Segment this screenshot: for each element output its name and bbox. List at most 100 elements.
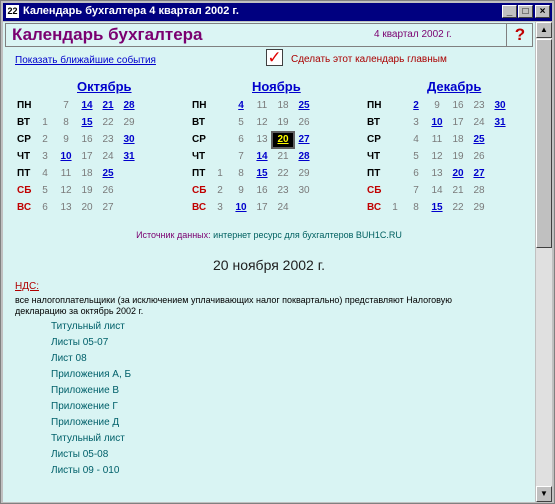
month-name[interactable]: Декабрь xyxy=(427,79,481,94)
vertical-scrollbar[interactable]: ▲ ▼ xyxy=(536,22,552,502)
calendar-day[interactable]: 24 xyxy=(98,150,118,164)
calendar-day[interactable]: 16 xyxy=(252,184,272,198)
calendar-day[interactable]: 5 xyxy=(231,116,251,130)
calendar-day[interactable]: 6 xyxy=(231,133,251,147)
calendar-day[interactable]: 3 xyxy=(210,201,230,215)
calendar-day[interactable]: 29 xyxy=(469,201,489,215)
calendar-day[interactable]: 31 xyxy=(490,116,510,130)
calendar-day[interactable]: 24 xyxy=(469,116,489,130)
calendar-day[interactable]: 2 xyxy=(406,99,426,113)
calendar-day[interactable]: 20 xyxy=(77,201,97,215)
calendar-day[interactable]: 20 xyxy=(448,167,468,181)
calendar-day[interactable]: 3 xyxy=(35,150,55,164)
calendar-day[interactable]: 27 xyxy=(294,133,314,147)
calendar-day[interactable]: 14 xyxy=(252,150,272,164)
calendar-day[interactable]: 7 xyxy=(406,184,426,198)
calendar-day[interactable]: 27 xyxy=(469,167,489,181)
maximize-button[interactable]: □ xyxy=(518,5,533,18)
calendar-day[interactable]: 4 xyxy=(35,167,55,181)
calendar-day[interactable]: 7 xyxy=(231,150,251,164)
calendar-day[interactable]: 27 xyxy=(98,201,118,215)
calendar-day[interactable]: 22 xyxy=(273,167,293,181)
calendar-day[interactable]: 17 xyxy=(448,116,468,130)
calendar-day[interactable]: 18 xyxy=(448,133,468,147)
month-name[interactable]: Ноябрь xyxy=(252,79,301,94)
calendar-day[interactable]: 3 xyxy=(406,116,426,130)
calendar-day[interactable]: 12 xyxy=(56,184,76,198)
calendar-day[interactable]: 26 xyxy=(294,116,314,130)
calendar-day[interactable]: 31 xyxy=(119,150,139,164)
calendar-day[interactable]: 29 xyxy=(119,116,139,130)
calendar-day[interactable]: 26 xyxy=(98,184,118,198)
calendar-day[interactable]: 25 xyxy=(294,99,314,113)
calendar-day[interactable]: 10 xyxy=(427,116,447,130)
calendar-day[interactable]: 16 xyxy=(448,99,468,113)
calendar-day[interactable]: 13 xyxy=(56,201,76,215)
calendar-day[interactable]: 14 xyxy=(427,184,447,198)
main-calendar-label[interactable]: Сделать этот календарь главным xyxy=(291,54,447,65)
main-calendar-checkbox[interactable]: ✓ xyxy=(266,49,283,66)
month-name[interactable]: Октябрь xyxy=(77,79,132,94)
help-button[interactable]: ? xyxy=(506,24,533,46)
calendar-day[interactable]: 18 xyxy=(273,99,293,113)
calendar-day[interactable]: 11 xyxy=(427,133,447,147)
calendar-day[interactable]: 13 xyxy=(427,167,447,181)
tax-heading[interactable]: НДС: xyxy=(15,281,39,292)
calendar-day[interactable]: 22 xyxy=(98,116,118,130)
close-button[interactable]: × xyxy=(535,5,550,18)
calendar-day[interactable]: 1 xyxy=(385,201,405,215)
calendar-day[interactable]: 24 xyxy=(273,201,293,215)
calendar-day[interactable]: 17 xyxy=(252,201,272,215)
calendar-day[interactable]: 22 xyxy=(448,201,468,215)
calendar-day[interactable]: 4 xyxy=(406,133,426,147)
calendar-day[interactable]: 10 xyxy=(56,150,76,164)
calendar-day[interactable]: 30 xyxy=(294,184,314,198)
calendar-day[interactable]: 28 xyxy=(469,184,489,198)
calendar-day[interactable]: 30 xyxy=(490,99,510,113)
calendar-icon[interactable]: 22 xyxy=(6,5,19,18)
calendar-day[interactable]: 23 xyxy=(273,184,293,198)
calendar-day[interactable]: 8 xyxy=(56,116,76,130)
calendar-day[interactable]: 23 xyxy=(469,99,489,113)
calendar-day[interactable]: 15 xyxy=(252,167,272,181)
calendar-day[interactable]: 1 xyxy=(35,116,55,130)
calendar-day[interactable]: 16 xyxy=(77,133,97,147)
calendar-day[interactable]: 17 xyxy=(77,150,97,164)
minimize-button[interactable]: _ xyxy=(502,5,517,18)
calendar-day[interactable]: 8 xyxy=(231,167,251,181)
calendar-day[interactable]: 26 xyxy=(469,150,489,164)
calendar-day[interactable]: 25 xyxy=(98,167,118,181)
calendar-day[interactable]: 11 xyxy=(56,167,76,181)
calendar-day[interactable]: 25 xyxy=(469,133,489,147)
calendar-day[interactable]: 15 xyxy=(427,201,447,215)
calendar-day[interactable]: 6 xyxy=(35,201,55,215)
calendar-day[interactable]: 18 xyxy=(77,167,97,181)
calendar-day[interactable]: 21 xyxy=(273,150,293,164)
title-bar[interactable]: 22 Календарь бухгалтера 4 квартал 2002 г… xyxy=(3,3,552,21)
calendar-day[interactable]: 13 xyxy=(252,133,272,147)
calendar-day[interactable]: 21 xyxy=(98,99,118,113)
calendar-day[interactable]: 11 xyxy=(252,99,272,113)
calendar-day[interactable]: 12 xyxy=(252,116,272,130)
scroll-up-icon[interactable]: ▲ xyxy=(536,22,552,38)
calendar-day[interactable]: 1 xyxy=(210,167,230,181)
calendar-day[interactable]: 21 xyxy=(448,184,468,198)
calendar-day[interactable]: 30 xyxy=(119,133,139,147)
calendar-day[interactable]: 19 xyxy=(448,150,468,164)
calendar-day[interactable]: 19 xyxy=(273,116,293,130)
calendar-day[interactable]: 20 xyxy=(271,131,295,149)
calendar-day[interactable]: 9 xyxy=(427,99,447,113)
calendar-day[interactable]: 7 xyxy=(56,99,76,113)
calendar-day[interactable]: 15 xyxy=(77,116,97,130)
show-events-link[interactable]: Показать ближайшие события xyxy=(15,55,156,66)
calendar-day[interactable]: 9 xyxy=(231,184,251,198)
calendar-day[interactable]: 23 xyxy=(98,133,118,147)
scroll-thumb[interactable] xyxy=(536,39,552,248)
calendar-day[interactable]: 9 xyxy=(56,133,76,147)
calendar-day[interactable]: 8 xyxy=(406,201,426,215)
calendar-day[interactable]: 28 xyxy=(294,150,314,164)
calendar-day[interactable]: 10 xyxy=(231,201,251,215)
calendar-day[interactable]: 4 xyxy=(231,99,251,113)
calendar-day[interactable]: 6 xyxy=(406,167,426,181)
calendar-day[interactable]: 5 xyxy=(406,150,426,164)
